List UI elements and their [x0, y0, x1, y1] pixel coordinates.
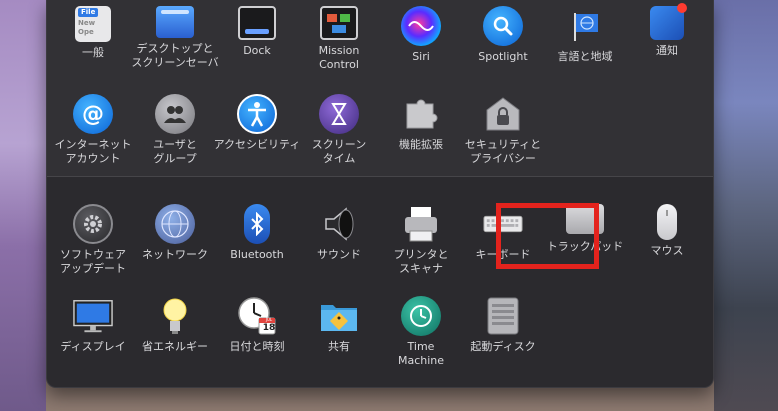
section-divider [47, 176, 713, 177]
keyboard-highlight-box [496, 203, 599, 269]
desktop-screensaver-icon [156, 6, 194, 38]
network-icon [155, 204, 195, 244]
calendar-day: 18 [262, 323, 276, 333]
spotlight-icon [483, 6, 523, 46]
software-update-icon [73, 204, 113, 244]
language-region-icon [565, 6, 605, 46]
general-icon-file: File [78, 8, 99, 17]
pref-label: マウス [650, 244, 684, 257]
internet-accounts-icon: @ [73, 94, 113, 134]
sound-icon [319, 204, 359, 244]
security-privacy-icon [483, 94, 523, 134]
notifications-icon [650, 3, 687, 40]
extensions-icon [401, 94, 441, 134]
printers-scanners-icon [401, 204, 441, 244]
users-groups-icon [155, 94, 195, 134]
pref-label: 通知 [656, 44, 678, 57]
pref-label: 起動ディスク [470, 340, 536, 353]
mission-control-icon [320, 6, 358, 40]
pref-security-privacy[interactable]: セキュリティと プライバシー [455, 94, 551, 166]
mouse-icon [657, 204, 677, 240]
screen-time-icon [319, 94, 359, 134]
general-icon-new: New [78, 19, 96, 27]
date-time-icon: JUL 18 [237, 296, 277, 336]
general-icon: File New Ope [75, 6, 111, 42]
displays-icon [73, 296, 113, 336]
system-preferences-window: File New Ope 一般 デスクトップと スクリーンセーバ Dock Mi… [46, 0, 714, 388]
time-machine-icon [401, 296, 441, 336]
energy-saver-icon [155, 296, 195, 336]
pref-startup-disk[interactable]: 起動ディスク [455, 296, 551, 354]
general-icon-ope: Ope [78, 28, 94, 36]
pref-mouse[interactable]: マウス [619, 204, 715, 258]
bluetooth-icon [244, 204, 270, 244]
pref-notifications[interactable]: 通知 [619, 3, 715, 58]
accessibility-icon [237, 94, 277, 134]
desktop-wallpaper-right [714, 0, 778, 411]
desktop-wallpaper-left [0, 0, 46, 411]
dock-icon [238, 6, 276, 40]
pref-label: セキュリティと プライバシー [464, 138, 542, 165]
calendar-month: JUL [265, 317, 273, 322]
siri-icon [401, 6, 441, 46]
startup-disk-icon [483, 296, 523, 336]
sharing-icon [319, 296, 359, 336]
